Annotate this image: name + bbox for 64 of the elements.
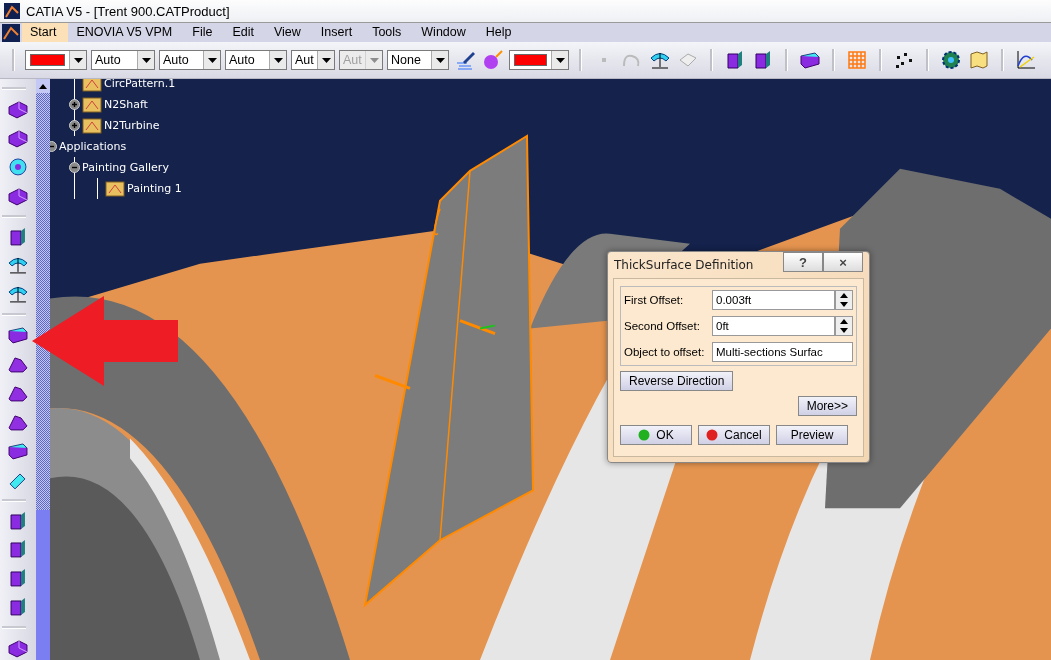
menu-item[interactable]: Start — [22, 23, 69, 42]
tree-item[interactable]: CircPattern.1 — [104, 79, 176, 90]
collapse-icon[interactable] — [69, 162, 80, 173]
status-dot-icon — [706, 429, 719, 441]
tree-item[interactable]: N2Shaft — [104, 98, 148, 111]
tree-item[interactable]: Painting Gallery — [82, 161, 169, 174]
caret-icon — [73, 57, 83, 63]
style-dropdown[interactable]: Aut — [291, 50, 335, 70]
caret-icon — [369, 57, 379, 63]
menu-item[interactable]: Edit — [224, 23, 266, 42]
scroll-up-button[interactable] — [36, 79, 50, 93]
sphere-icon[interactable] — [481, 48, 505, 72]
caret-icon — [555, 57, 565, 63]
style-dropdown[interactable]: None — [387, 50, 449, 70]
input-field[interactable]: 0.003ft — [712, 290, 835, 310]
menu-item[interactable]: View — [266, 23, 313, 42]
menu-item[interactable]: Tools — [364, 23, 414, 42]
caret-icon — [273, 57, 283, 63]
style-dropdown[interactable]: Auto — [91, 50, 155, 70]
up-arrow-icon — [39, 83, 47, 89]
node-icon — [82, 96, 102, 113]
menu-item[interactable]: ENOVIA V5 VPM — [68, 23, 185, 42]
node-icon — [105, 180, 125, 197]
reverse-direction-button[interactable]: Reverse Direction — [620, 371, 734, 391]
tree-item[interactable]: N2Turbine — [104, 119, 160, 132]
menu-item[interactable]: File — [184, 23, 225, 42]
ok-button[interactable]: OK — [620, 425, 692, 445]
window-title: CATIA V5 - [Trent 900.CATProduct] — [26, 3, 230, 19]
more-button[interactable]: More>> — [797, 396, 857, 416]
field-label: Second Offset: — [624, 320, 701, 332]
app-logo-icon — [4, 3, 20, 19]
expand-icon[interactable] — [69, 120, 80, 131]
style-dropdown[interactable]: Auto — [225, 50, 287, 70]
tree-item[interactable]: Painting 1 — [127, 182, 182, 195]
gear-icon[interactable] — [939, 48, 963, 72]
menu-item[interactable]: Insert — [312, 23, 365, 42]
menu-item[interactable]: Help — [477, 23, 524, 42]
field-label: First Offset: — [624, 294, 685, 306]
caret-icon — [141, 57, 151, 63]
cancel-button[interactable]: Cancel — [698, 425, 770, 445]
tree-item[interactable]: Applications — [59, 140, 127, 153]
graph-icon[interactable] — [1014, 48, 1038, 72]
scrollbar-thumb[interactable] — [36, 510, 50, 660]
spinner-button[interactable] — [835, 290, 853, 310]
menu-item[interactable]: Window — [413, 23, 478, 42]
caret-icon — [435, 57, 445, 63]
color-dropdown[interactable] — [509, 50, 569, 70]
field-label: Object to offset: — [624, 346, 706, 358]
caret-icon — [321, 57, 331, 63]
dialog-title: ThickSurface Definition — [614, 258, 755, 272]
close-button[interactable]: × — [823, 252, 863, 272]
node-icon — [82, 79, 102, 92]
preview-button[interactable]: Preview — [776, 425, 848, 445]
node-icon — [82, 117, 102, 134]
app-logo-icon[interactable] — [2, 23, 20, 42]
input-field[interactable]: Multi-sections Surfac — [712, 342, 853, 362]
spinner-button[interactable] — [835, 316, 853, 336]
status-dot-icon — [638, 429, 651, 441]
input-field[interactable]: 0ft — [712, 316, 835, 336]
style-dropdown[interactable]: Auto — [159, 50, 221, 70]
caret-icon — [207, 57, 217, 63]
color-dropdown[interactable] — [25, 50, 87, 70]
expand-icon[interactable] — [69, 99, 80, 110]
help-button[interactable]: ? — [783, 252, 823, 272]
